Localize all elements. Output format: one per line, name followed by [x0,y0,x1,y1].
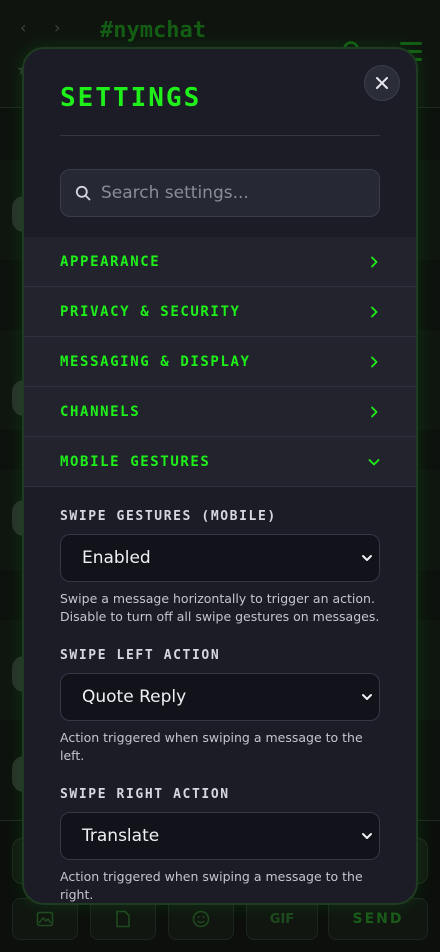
section-privacy-security[interactable]: PRIVACY & SECURITY [24,287,416,337]
swipe-left-help: Action triggered when swiping a message … [60,730,363,763]
divider [60,135,380,136]
section-mobile-gestures[interactable]: MOBILE GESTURES [24,437,416,487]
swipe-left-select[interactable]: Quote Reply [60,673,380,721]
close-button[interactable] [364,65,400,101]
swipe-right-help: Action triggered when swiping a message … [60,869,363,902]
chevron-right-icon [371,356,378,367]
section-label: MOBILE GESTURES [60,453,211,470]
section-label: PRIVACY & SECURITY [60,303,241,320]
swipe-gestures-help: Swipe a message horizontally to trigger … [60,591,380,624]
settings-modal: SETTINGS APPEARANCE PRIVACY & SECURITY M… [22,47,418,905]
back-icon[interactable]: ‹ [20,18,26,37]
section-label: MESSAGING & DISPLAY [60,353,251,370]
section-label: APPEARANCE [60,253,161,270]
swipe-gestures-label: SWIPE GESTURES (MOBILE) [60,509,277,524]
channel-title: #nymchat [100,18,206,43]
gif-label: GIF [269,911,295,927]
chevron-down-icon [362,555,372,561]
close-icon [376,77,388,89]
mobile-gestures-panel: SWIPE GESTURES (MOBILE) Enabled Swipe a … [60,509,380,903]
chevron-right-icon [371,256,378,267]
settings-sections: APPEARANCE PRIVACY & SECURITY MESSAGING … [24,237,416,487]
select-value: Enabled [82,548,151,568]
chevron-right-icon [371,406,378,417]
swipe-right-select[interactable]: Translate [60,812,380,860]
swipe-left-field: SWIPE LEFT ACTION Quote Reply Action tri… [60,648,380,765]
swipe-gestures-select[interactable]: Enabled [60,534,380,582]
send-label: SEND [352,911,404,927]
section-label: CHANNELS [60,403,141,420]
search-icon [75,185,91,201]
chevron-down-icon [362,694,372,700]
swipe-left-label: SWIPE LEFT ACTION [60,648,221,663]
swipe-right-field: SWIPE RIGHT ACTION Translate Action trig… [60,787,380,903]
section-channels[interactable]: CHANNELS [24,387,416,437]
section-messaging-display[interactable]: MESSAGING & DISPLAY [24,337,416,387]
chevron-down-icon [362,833,372,839]
select-value: Quote Reply [82,687,187,707]
modal-title: SETTINGS [60,83,202,113]
swipe-gestures-field: SWIPE GESTURES (MOBILE) Enabled Swipe a … [60,509,380,626]
search-input[interactable] [101,183,361,203]
select-value: Translate [82,826,160,846]
chevron-down-icon [368,458,380,465]
emoji-icon [192,910,210,928]
section-appearance[interactable]: APPEARANCE [24,237,416,287]
file-icon [116,910,130,928]
forward-icon[interactable]: › [54,18,60,37]
swipe-right-label: SWIPE RIGHT ACTION [60,787,230,802]
image-icon [36,911,54,927]
chevron-right-icon [371,306,378,317]
settings-search[interactable] [60,169,380,217]
